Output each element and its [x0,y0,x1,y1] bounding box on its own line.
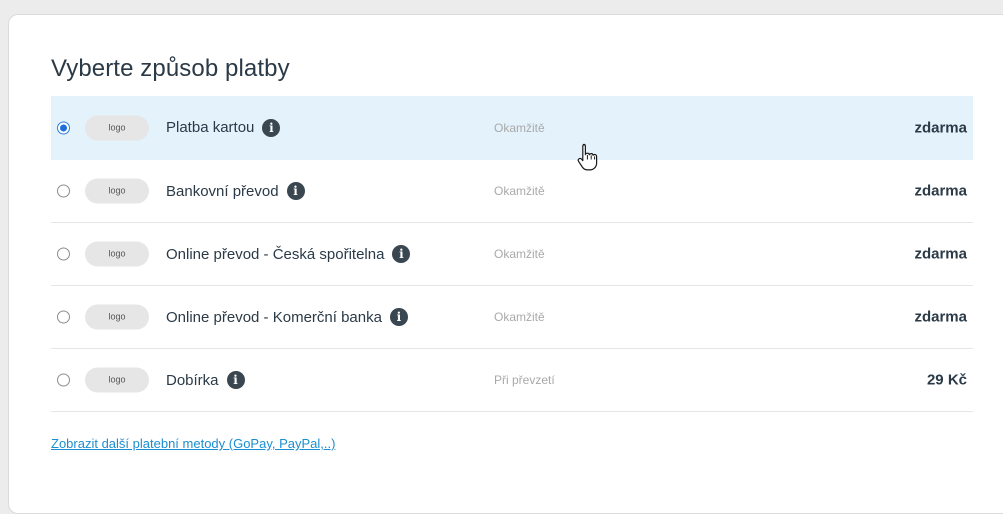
payment-timing: Okamžitě [494,184,545,198]
payment-name-label: Online převod - Česká spořitelna [166,245,385,263]
info-icon[interactable]: i [392,245,411,263]
payment-timing: Při převzetí [494,373,555,387]
info-icon[interactable]: i [286,182,305,200]
payment-logo: logo [85,367,149,393]
payment-name-label: Platba kartou [166,119,255,136]
payment-timing: Okamžitě [494,310,545,324]
payment-name-label: Online převod - Komerční banka [166,308,382,326]
hand-pointer-icon [577,143,598,171]
payment-method-list: logo Platba kartou i Okamžitě zdarma log… [51,96,973,412]
payment-name-label: Bankovní převod [166,182,279,200]
payment-logo: logo [85,178,149,204]
payment-option-card[interactable]: logo Platba kartou i Okamžitě zdarma [51,96,973,160]
payment-option-ceska-sporitelna[interactable]: logo Online převod - Česká spořitelna i … [51,223,973,286]
info-icon[interactable]: i [262,118,281,137]
payment-price: zdarma [914,308,967,326]
payment-timing: Okamžitě [494,247,545,261]
payment-price: zdarma [914,182,967,200]
payment-radio[interactable] [57,121,70,134]
payment-timing: Okamžitě [494,120,545,135]
payment-logo: logo [85,304,149,330]
payment-option-bank-transfer[interactable]: logo Bankovní převod i Okamžitě zdarma [51,160,973,223]
payment-logo: logo [85,241,149,267]
info-icon[interactable]: i [389,308,408,326]
payment-name: Bankovní převod i [166,182,305,200]
payment-radio[interactable] [57,310,70,324]
payment-name: Online převod - Komerční banka i [166,308,408,326]
payment-option-cash-on-delivery[interactable]: logo Dobírka i Při převzetí 29 Kč [51,349,973,412]
payment-price: 29 Kč [926,371,967,389]
payment-radio[interactable] [57,373,70,387]
payment-name: Platba kartou i [166,118,281,137]
payment-radio[interactable] [57,184,70,198]
payment-logo: logo [85,115,149,140]
payment-price: zdarma [914,245,967,263]
info-icon[interactable]: i [226,371,245,389]
payment-radio[interactable] [57,247,70,261]
payment-name-label: Dobírka [166,371,219,389]
payment-price: zdarma [914,119,967,136]
payment-name: Dobírka i [166,371,245,389]
payment-name: Online převod - Česká spořitelna i [166,245,411,263]
payment-option-komercni-banka[interactable]: logo Online převod - Komerční banka i Ok… [51,286,973,349]
show-more-payment-methods-link[interactable]: Zobrazit další platební metody (GoPay, P… [51,436,335,451]
page-title: Vyberte způsob platby [51,55,290,82]
